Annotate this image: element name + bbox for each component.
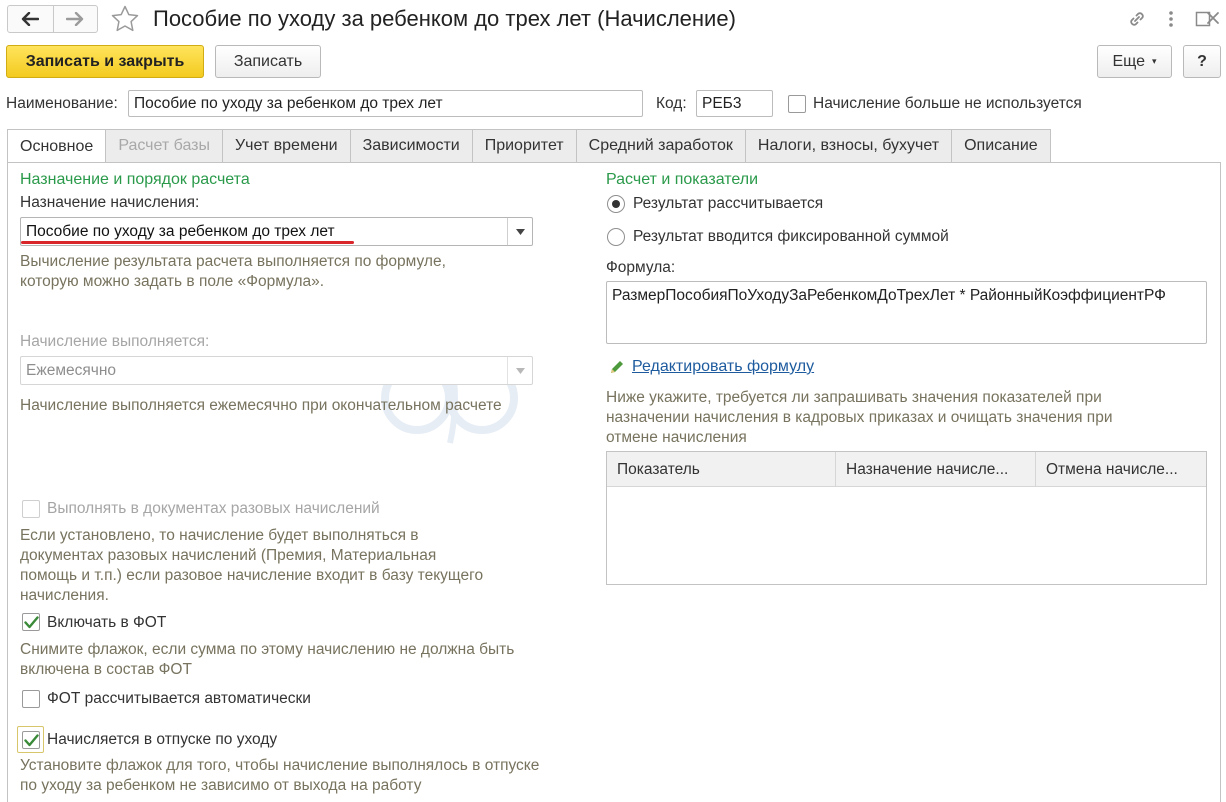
schedule-select: Ежемесячно	[20, 356, 533, 385]
edit-formula-link[interactable]: Редактировать формулу	[632, 358, 814, 376]
schedule-label: Начисление выполняется:	[20, 333, 210, 350]
formula-field[interactable]: РазмерПособияПоУходуЗаРебенкомДоТрехЛет …	[606, 281, 1207, 344]
more-button[interactable]: Еще ▾	[1097, 45, 1172, 78]
more-vertical-icon	[1169, 11, 1173, 27]
tab-description[interactable]: Описание	[952, 129, 1051, 162]
chevron-down-icon: ▾	[1152, 56, 1157, 66]
window-title: Пособие по уходу за ребенком до трех лет…	[153, 6, 736, 31]
purpose-select-value: Пособие по уходу за ребенком до трех лет	[26, 222, 335, 240]
star-icon	[111, 5, 139, 32]
tab-main[interactable]: Основное	[7, 129, 107, 163]
close-icon	[1207, 12, 1219, 24]
chevron-down-icon	[515, 228, 525, 235]
tab-time-accounting[interactable]: Учет времени	[223, 129, 351, 162]
save-button[interactable]: Записать	[215, 45, 321, 78]
one-time-hint: Если установлено, то начисление будет вы…	[20, 527, 484, 604]
leave-label: Начисляется в отпуске по уходу	[47, 731, 278, 748]
code-label: Код:	[656, 95, 687, 112]
table-header: Показатель Назначение начисле... Отмена …	[607, 452, 1206, 487]
radio-fixed-label: Результат вводится фиксированной суммой	[633, 228, 949, 245]
tab-bar: Основное Расчет базы Учет времени Зависи…	[7, 129, 1051, 163]
radio-calculated-label: Результат рассчитывается	[633, 195, 824, 212]
forward-button[interactable]	[52, 6, 98, 32]
radio-dot	[612, 200, 620, 208]
history-nav	[7, 5, 98, 33]
column-header-cancel[interactable]: Отмена начисле...	[1035, 452, 1206, 487]
pencil-icon	[608, 358, 626, 380]
purpose-label: Назначение начисления:	[20, 194, 200, 211]
fot-label: Включать в ФОТ	[47, 614, 167, 631]
purpose-hint: Вычисление результата расчета выполняетс…	[20, 253, 446, 290]
menu-button[interactable]	[1160, 8, 1182, 30]
radio-calculated[interactable]	[607, 195, 625, 213]
favorite-star-button[interactable]	[110, 4, 140, 34]
unused-checkbox[interactable]	[788, 95, 806, 113]
tab-taxes[interactable]: Налоги, взносы, бухучет	[745, 129, 953, 162]
chevron-down-icon	[515, 367, 525, 374]
highlight-underline	[21, 241, 354, 244]
leave-checkbox[interactable]	[22, 731, 40, 749]
arrow-right-icon	[66, 12, 84, 26]
name-input[interactable]: Пособие по уходу за ребенком до трех лет	[128, 90, 643, 117]
radio-fixed[interactable]	[607, 228, 625, 246]
leave-hint: Установите флажок для того, чтобы начисл…	[20, 757, 540, 794]
purpose-dropdown-button[interactable]	[507, 218, 532, 245]
tab-base-calculation[interactable]: Расчет базы	[106, 129, 223, 162]
tab-dependencies[interactable]: Зависимости	[350, 129, 473, 162]
formula-label: Формула:	[606, 259, 676, 276]
close-button[interactable]	[1203, 7, 1223, 29]
unused-label: Начисление больше не используется	[813, 95, 1082, 112]
checkmark-icon	[23, 733, 39, 746]
code-input[interactable]: РЕБ3	[696, 90, 773, 117]
indicators-table[interactable]: Показатель Назначение начисле... Отмена …	[606, 451, 1207, 585]
help-button[interactable]: ?	[1183, 45, 1221, 78]
indicators-hint: Ниже укажите, требуется ли запрашивать з…	[606, 389, 1113, 446]
schedule-dropdown-button	[507, 357, 532, 384]
column-header-assignment[interactable]: Назначение начисле...	[835, 452, 1035, 487]
tab-priority[interactable]: Приоритет	[472, 129, 577, 162]
fot-auto-checkbox[interactable]	[22, 690, 40, 708]
schedule-hint: Начисление выполняется ежемесячно при ок…	[20, 397, 502, 414]
column-header-indicator[interactable]: Показатель	[607, 452, 835, 487]
one-time-label: Выполнять в документах разовых начислени…	[47, 500, 380, 517]
fot-checkbox[interactable]	[22, 613, 40, 631]
name-label: Наименование:	[6, 95, 118, 112]
section-title-purpose: Назначение и порядок расчета	[20, 171, 250, 188]
fot-auto-label: ФОТ рассчитывается автоматически	[47, 690, 311, 707]
tab-average-earnings[interactable]: Средний заработок	[576, 129, 746, 162]
one-time-checkbox	[22, 500, 40, 518]
section-title-calculation: Расчет и показатели	[606, 171, 759, 188]
checkmark-icon	[23, 615, 39, 628]
fot-hint: Снимите флажок, если сумма по этому начи…	[20, 641, 515, 678]
arrow-left-icon	[22, 12, 40, 26]
more-button-label: Еще	[1112, 52, 1146, 70]
link-button[interactable]	[1126, 8, 1148, 30]
link-icon	[1130, 12, 1144, 26]
schedule-select-value: Ежемесячно	[26, 361, 117, 379]
back-button[interactable]	[8, 6, 53, 32]
save-and-close-button[interactable]: Записать и закрыть	[6, 45, 204, 78]
